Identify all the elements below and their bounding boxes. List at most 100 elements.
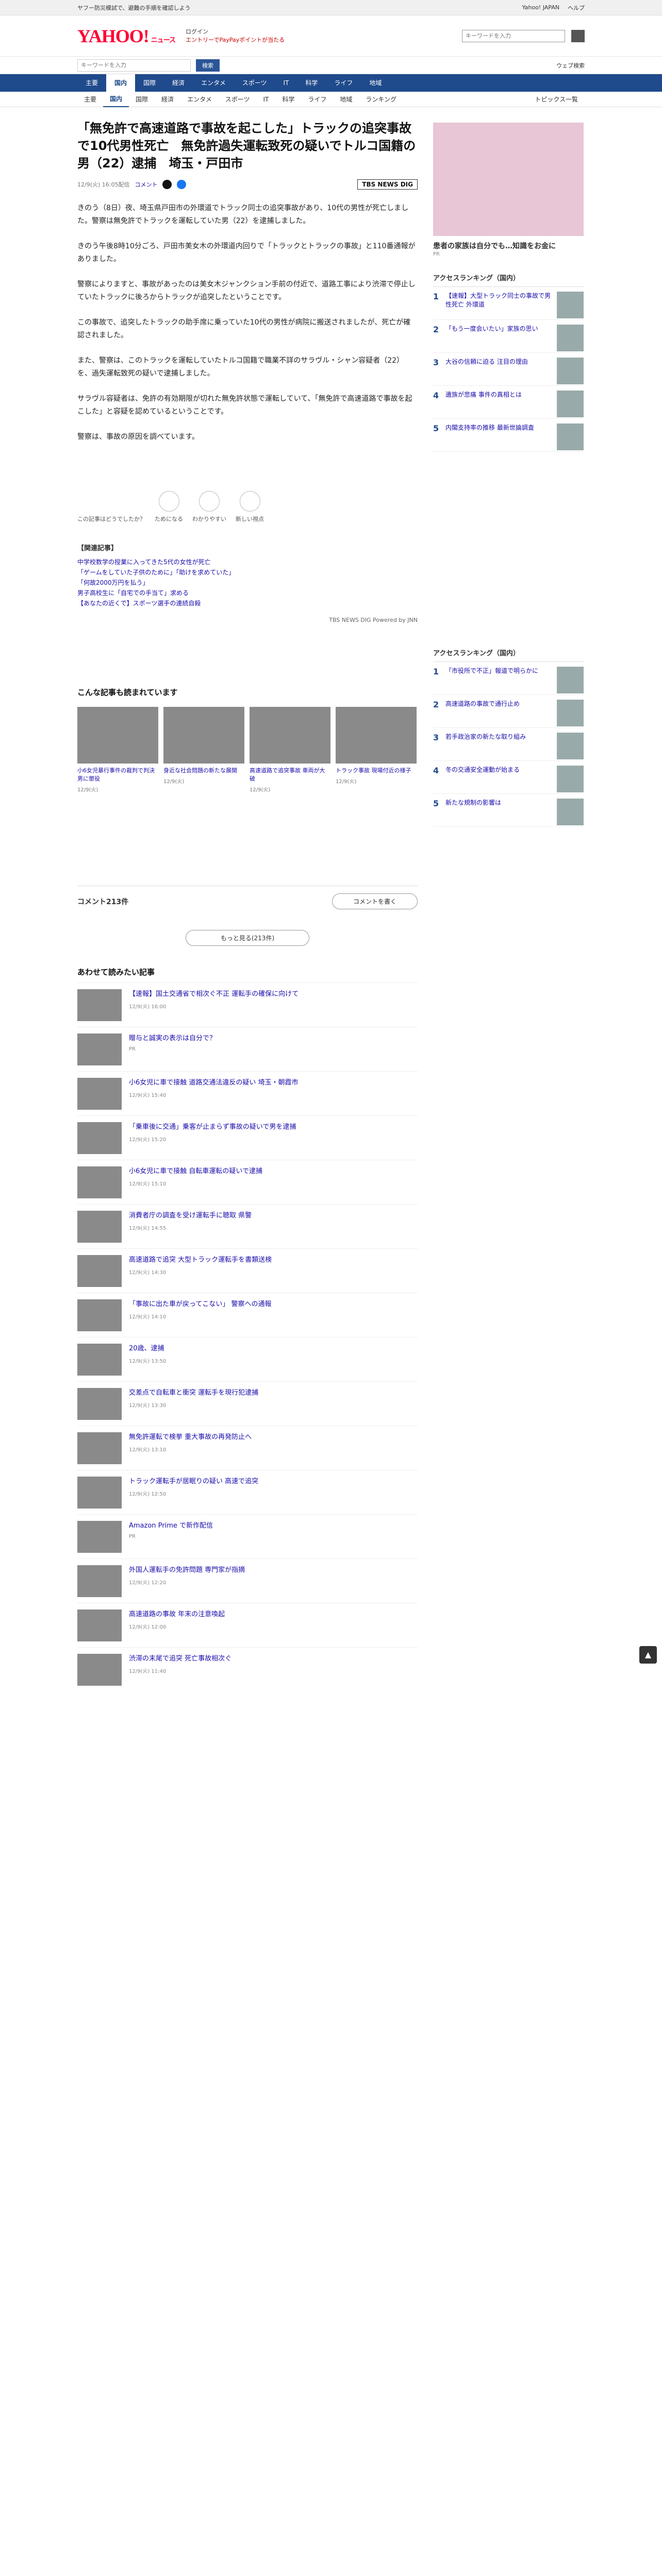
ranking-title: 「市役所で不正」報道で明らかに (445, 667, 539, 674)
list-thumbnail (77, 1344, 122, 1376)
ranking-item[interactable]: 1 「市役所で不正」報道で明らかに (433, 662, 584, 695)
list-item[interactable]: 無免許運転で検挙 重大事故の再発防止へ 12/9(火) 13:10 (77, 1426, 418, 1470)
ranking-number: 2 (433, 700, 439, 709)
header-search-input[interactable] (462, 29, 565, 42)
list-item[interactable]: 20歳、逮捕 12/9(火) 13:50 (77, 1337, 418, 1381)
list-item[interactable]: 「事故に出た車が戻ってこない」 警察への通報 12/9(火) 14:10 (77, 1293, 418, 1337)
spacer (77, 464, 418, 476)
topics-list-link[interactable]: トピックス一覧 (528, 95, 585, 104)
list-item-title: 交差点で自転車と衝突 運転手を現行犯逮捕 (129, 1389, 259, 1397)
back-to-top-button[interactable]: ▲ (639, 1646, 657, 1664)
nav-tab-8[interactable]: ライフ (326, 74, 361, 92)
article-paragraph: きのう午後8時10分ごろ、戸田市美女木の外環道内回りで「トラックとトラックの事故… (77, 242, 416, 263)
reaction-clear[interactable]: わかりやすい (192, 491, 226, 523)
read-together-card[interactable]: トラック事故 現場付近の様子 12/9(火) (336, 707, 417, 793)
side-ad-image[interactable] (433, 123, 584, 236)
list-item[interactable]: 外国人運転手の免許問題 専門家が指摘 12/9(火) 12:20 (77, 1558, 418, 1603)
web-search-button[interactable]: ウェブ検索 (556, 61, 585, 70)
list-item[interactable]: 小6女児に車で接触 自転車運転の疑いで逮捕 12/9(火) 15:10 (77, 1160, 418, 1204)
list-item[interactable]: 高速道路で追突 大型トラック運転手を書類送検 12/9(火) 14:30 (77, 1248, 418, 1293)
article-paragraph: また、警察は、このトラックを運転していたトルコ国籍で職業不詳のサラヴル・シャン容… (77, 357, 404, 378)
comment-count: コメント213件 (77, 897, 129, 906)
write-comment-button[interactable]: コメントを書く (332, 893, 418, 909)
subnav-tab-10[interactable]: ランキング (359, 95, 403, 104)
list-thumbnail (77, 1565, 122, 1597)
yahoo-news-logo[interactable]: YAHOO! ニュース (77, 25, 176, 47)
list-item-title: 消費者庁の調査を受け運転手に聴取 県警 (129, 1212, 252, 1219)
list-item[interactable]: 交差点で自転車と衝突 運転手を現行犯逮捕 12/9(火) 13:30 (77, 1381, 418, 1426)
card-thumbnail (77, 707, 158, 764)
ranking-item[interactable]: 2 「もう一度会いたい」家族の思い (433, 320, 584, 353)
article-paragraph: 警察によりますと、事故があったのは美女木ジャンクション手前の付近で、道路工事によ… (77, 280, 416, 301)
subnav-tab-5[interactable]: スポーツ (219, 95, 257, 104)
x-share-icon[interactable] (162, 180, 172, 189)
search-icon[interactable] (571, 29, 585, 42)
source-logo[interactable]: TBS NEWS DIG (357, 179, 418, 190)
list-item[interactable]: 渋滞の末尾で追突 死亡事故相次ぐ 12/9(火) 11:40 (77, 1647, 418, 1691)
nav-tab-1[interactable]: 国内 (106, 74, 136, 92)
article: 「無免許で高速道路で事故を起こした」トラックの追突事故で10代男性死亡 無免許過… (77, 107, 418, 625)
site-header: YAHOO! ニュース ログイン エントリーでPayPayポイントが当たる (0, 15, 662, 57)
nav-tab-3[interactable]: 経済 (164, 74, 193, 92)
more-comments-button[interactable]: もっと見る(213件) (186, 930, 309, 946)
read-together-card[interactable]: 身近な社会問題の新たな展開 12/9(火) (163, 707, 244, 793)
header-login[interactable]: ログイン エントリーでPayPayポイントが当たる (186, 28, 285, 44)
nav-tab-7[interactable]: 科学 (297, 74, 326, 92)
related-link[interactable]: 中学校数学の授業に入ってきた5代の女性が死亡 (77, 557, 418, 567)
subnav-tab-7[interactable]: 科学 (275, 95, 301, 104)
news-search-button[interactable]: 検索 (196, 59, 220, 72)
nav-tab-5[interactable]: スポーツ (234, 74, 275, 92)
subnav-tab-2[interactable]: 国際 (129, 95, 155, 104)
card-title: 身近な社会問題の新たな展開 (163, 767, 237, 774)
nav-tab-2[interactable]: 国際 (135, 74, 164, 92)
read-together-card[interactable]: 高速道路で追突事故 車両が大破 12/9(火) (250, 707, 330, 793)
related-link[interactable]: 【あなたの近くで】スポーツ選手の連続自殺 (77, 598, 418, 608)
topbar-link-yahoo[interactable]: Yahoo! JAPAN (522, 4, 559, 11)
card-date: 12/9(火) (250, 787, 271, 793)
ranking-item[interactable]: 4 遺族が悲痛 事件の真相とは (433, 386, 584, 419)
reaction-helpful[interactable]: ためになる (155, 491, 183, 523)
related-link[interactable]: 「ゲームをしていた子供のために」「助けを求めていた」 (77, 567, 418, 578)
nav-tab-6[interactable]: IT (275, 74, 297, 92)
ranking-item[interactable]: 3 大谷の信頼に迫る 注目の理由 (433, 353, 584, 386)
card-date: 12/9(火) (163, 779, 185, 785)
ranking-item[interactable]: 2 高速道路の事故で通行止め (433, 695, 584, 728)
read-together-card[interactable]: 小6女児暴行事件の裁判で判決 男に懲役 12/9(火) (77, 707, 158, 793)
reaction-new-view[interactable]: 新しい視点 (236, 491, 264, 523)
related-link[interactable]: 男子高校生に「自宅での手当て」求める (77, 588, 418, 598)
ranking-item[interactable]: 5 新たな規制の影響は (433, 794, 584, 827)
list-item[interactable]: 消費者庁の調査を受け運転手に聴取 県警 12/9(火) 14:55 (77, 1204, 418, 1248)
side-ad-title[interactable]: 患者の家族は自分でも…知識をお金に (433, 241, 584, 251)
list-item-meta: 12/9(火) 12:00 (129, 1624, 167, 1630)
subnav-tab-1[interactable]: 国内 (103, 92, 129, 107)
subnav-tab-0[interactable]: 主要 (77, 95, 103, 104)
subnav-tab-3[interactable]: 経済 (155, 95, 180, 104)
ranking-item[interactable]: 1 【速報】大型トラック同士の事故で男性死亡 外環道 (433, 287, 584, 320)
list-item[interactable]: 贈与と誠実の表示は自分で？ PR (77, 1027, 418, 1071)
ranking-item[interactable]: 5 内閣支持率の推移 最新世論調査 (433, 419, 584, 452)
ranking-item[interactable]: 3 若手政治家の新たな取り組み (433, 728, 584, 761)
subnav-tab-9[interactable]: 地域 (333, 95, 359, 104)
comments-link[interactable]: コメント (135, 180, 157, 189)
related-link[interactable]: 「何故2000万円を払う」 (77, 578, 418, 588)
subnav-tab-4[interactable]: エンタメ (180, 95, 219, 104)
side-ad-source: PR (433, 251, 440, 257)
subnav-tab-8[interactable]: ライフ (301, 95, 333, 104)
list-item[interactable]: 高速道路の事故 年末の注意喚起 12/9(火) 12:00 (77, 1603, 418, 1647)
nav-tab-0[interactable]: 主要 (77, 74, 106, 92)
nav-tab-4[interactable]: エンタメ (193, 74, 234, 92)
article-title: 「無免許で高速道路で事故を起こした」トラックの追突事故で10代男性死亡 無免許過… (77, 121, 416, 171)
list-item[interactable]: 【速報】国土交通省で相次ぐ不正 運転手の確保に向けて 12/9(火) 16:00 (77, 982, 418, 1027)
topbar-link-help[interactable]: ヘルプ (568, 4, 585, 12)
topbar-announcement[interactable]: ヤフー防災模試で、避難の手順を確認しよう (77, 4, 191, 12)
list-item[interactable]: トラック運転手が居眠りの疑い 高速で追突 12/9(火) 12:50 (77, 1470, 418, 1514)
ranking-item[interactable]: 4 冬の交通安全運動が始まる (433, 761, 584, 794)
facebook-share-icon[interactable] (177, 180, 187, 189)
list-item[interactable]: 「乗車後に交通」乗客が止まらず事故の疑いで男を逮捕 12/9(火) 15:20 (77, 1115, 418, 1160)
ranking-number: 2 (433, 325, 439, 334)
list-item[interactable]: 小6女児に車で接触 道路交通法違反の疑い 埼玉・朝霞市 12/9(火) 15:40 (77, 1071, 418, 1115)
subnav-tab-6[interactable]: IT (256, 96, 275, 103)
news-search-input[interactable] (77, 59, 191, 72)
list-item[interactable]: Amazon Prime で新作配信 PR (77, 1514, 418, 1558)
nav-tab-9[interactable]: 地域 (361, 74, 390, 92)
